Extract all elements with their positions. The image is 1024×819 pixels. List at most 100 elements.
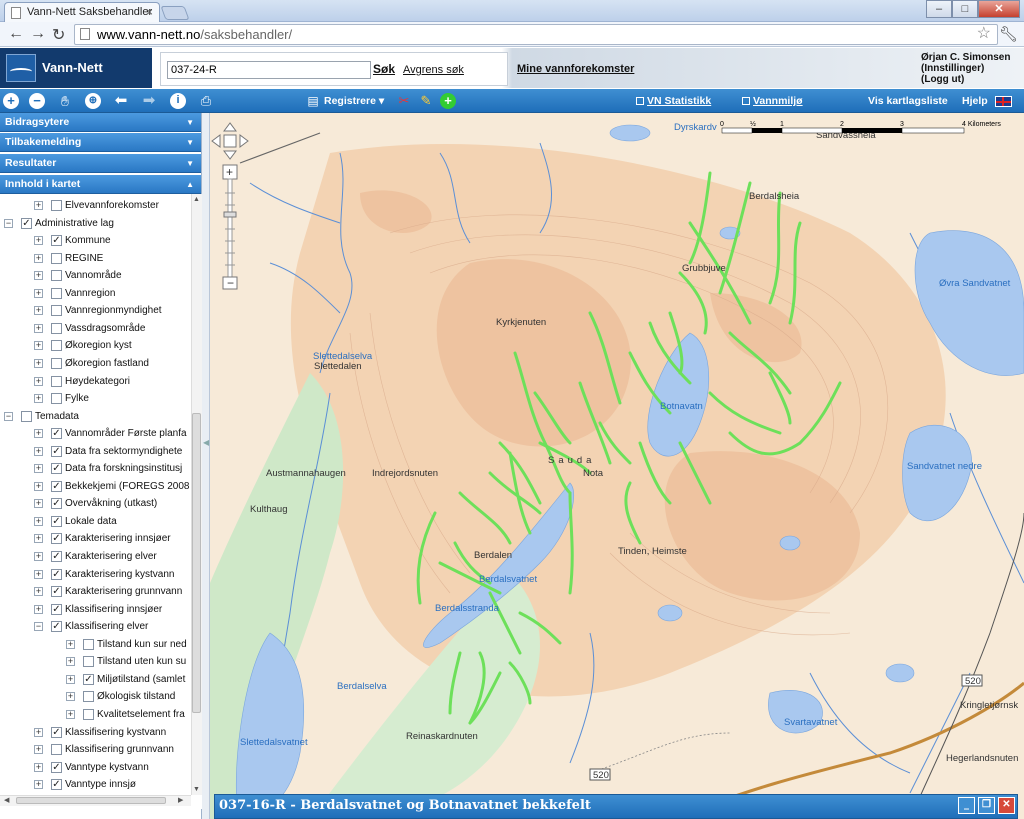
layer-checkbox[interactable]: ✓ [51, 235, 62, 247]
expand-icon[interactable]: + [34, 464, 43, 474]
pan-hand-icon[interactable]: ✋︎ [57, 93, 73, 109]
next-view-icon[interactable]: ➡︎ [141, 93, 157, 109]
tree-node[interactable]: + ✓ Karakterisering elver [0, 548, 190, 565]
panel-map-contents[interactable]: Innhold i kartet ▲ [0, 175, 201, 194]
layer-checkbox[interactable]: ✓ [51, 498, 62, 510]
layer-checkbox[interactable] [51, 200, 62, 211]
tree-node[interactable]: + Vannområde [0, 267, 190, 284]
expand-icon[interactable]: + [34, 552, 43, 561]
expand-icon[interactable]: + [34, 604, 43, 614]
scroll-down-icon[interactable]: ▼ [193, 786, 200, 793]
layer-checkbox[interactable]: ✓ [51, 568, 62, 580]
tree-node[interactable]: + ✓ Vanntype kystvann [0, 759, 190, 776]
layer-checkbox[interactable]: ✓ [51, 428, 62, 440]
close-window-icon[interactable]: ✕ [978, 0, 1020, 18]
layer-checkbox[interactable] [83, 656, 94, 668]
expand-icon[interactable]: + [34, 446, 43, 456]
layer-checkbox[interactable] [51, 375, 62, 387]
tree-node[interactable]: + ✓ Karakterisering kystvann [0, 566, 190, 583]
expand-icon[interactable]: + [66, 709, 75, 719]
map-svg[interactable]: Dyrskardv Sandvasshela Berdalsheia Grubb… [210, 113, 1024, 819]
collapse-arrow-icon[interactable]: ◀ [203, 438, 209, 447]
tree-node[interactable]: + ✓ Bekkekjemi (FOREGS 2008 [0, 478, 190, 495]
tree-node[interactable]: + ✓ Karakterisering grunnvann [0, 583, 190, 600]
logo[interactable]: Vann-Nett [0, 48, 152, 88]
print-icon[interactable]: ⎙ [198, 93, 214, 109]
minimize-icon[interactable]: _ [958, 797, 975, 814]
bookmark-star-icon[interactable]: ☆ [977, 24, 991, 43]
layer-checkbox[interactable] [51, 340, 62, 352]
settings-link[interactable]: (Innstillinger) [921, 63, 1010, 74]
close-icon[interactable]: ✕ [998, 797, 1015, 814]
wrench-icon[interactable]: 🔧︎ [999, 25, 1018, 43]
expand-icon[interactable]: + [34, 253, 43, 263]
tree-node[interactable]: − Temadata [0, 408, 190, 425]
pencil-icon[interactable]: ✎ [418, 93, 434, 109]
tree-node[interactable]: + Fylke [0, 390, 190, 407]
tree-node[interactable]: + ✓ Overvåkning (utkast) [0, 495, 190, 512]
layer-checkbox[interactable] [83, 708, 94, 720]
scroll-right-icon[interactable]: ▶ [178, 796, 183, 804]
expand-icon[interactable]: + [34, 762, 43, 772]
expand-icon[interactable]: + [34, 288, 43, 298]
layer-checkbox[interactable]: ✓ [51, 761, 62, 773]
tree-node[interactable]: + Tilstand uten kun su [0, 653, 190, 670]
layer-checkbox[interactable] [83, 638, 94, 650]
expand-icon[interactable]: + [34, 499, 43, 509]
tree-node[interactable]: + Vannregion [0, 285, 190, 302]
tree-node[interactable]: + Vannregionmyndighet [0, 302, 190, 319]
zoom-extent-icon[interactable]: ⊕ [85, 93, 101, 109]
tree-node[interactable]: + Økoregion kyst [0, 337, 190, 354]
restore-icon[interactable]: ❐ [978, 797, 995, 814]
layer-checkbox[interactable] [51, 287, 62, 299]
expand-icon[interactable]: + [34, 516, 43, 526]
minimize-icon[interactable]: – [926, 0, 952, 18]
expand-icon[interactable]: + [34, 358, 43, 368]
layer-checkbox[interactable]: ✓ [51, 779, 62, 791]
forward-icon[interactable]: → [30, 25, 46, 43]
new-tab-button[interactable] [160, 6, 190, 20]
maximize-icon[interactable]: □ [952, 0, 978, 18]
info-icon[interactable]: i [170, 93, 186, 109]
tree-node[interactable]: + ✓ Klassifisering innsjøer [0, 601, 190, 618]
tree-node[interactable]: + Elvevannforekomster [0, 197, 190, 214]
tree-node[interactable]: + Økologisk tilstand [0, 688, 190, 705]
panel-feedback[interactable]: Tilbakemelding ▼ [0, 133, 201, 152]
expand-icon[interactable]: + [34, 376, 43, 386]
feature-info-window[interactable]: 037-16-R - Berdalsvatnet og Botnavatnet … [214, 794, 1018, 819]
layer-checkbox[interactable] [51, 744, 62, 756]
back-icon[interactable]: ← [8, 25, 24, 43]
tree-node[interactable]: + Høydekategori [0, 373, 190, 390]
tree-node[interactable]: + ✓ Data fra sektormyndighete [0, 443, 190, 460]
expand-icon[interactable]: + [34, 429, 43, 439]
layer-checkbox[interactable] [51, 322, 62, 334]
layer-checkbox[interactable] [21, 410, 32, 422]
logout-link[interactable]: (Logg ut) [921, 74, 1010, 85]
scroll-thumb[interactable] [192, 413, 201, 713]
reload-icon[interactable]: ↻ [52, 25, 65, 45]
layer-checkbox[interactable]: ✓ [51, 551, 62, 562]
browser-tab[interactable]: Vann-Nett Saksbehandler × [4, 2, 160, 22]
layer-checkbox[interactable]: ✓ [51, 515, 62, 527]
layer-checkbox[interactable]: ✓ [21, 217, 32, 229]
tree-node[interactable]: + REGINE [0, 250, 190, 267]
layer-checkbox[interactable]: ✓ [51, 726, 62, 738]
layer-checkbox[interactable]: ✓ [51, 533, 62, 545]
tab-close-icon[interactable]: × [146, 3, 153, 21]
tree-node[interactable]: + ✓ Kommune [0, 232, 190, 249]
scroll-left-icon[interactable]: ◀ [4, 796, 9, 804]
expand-icon[interactable]: + [34, 587, 43, 597]
layer-checkbox[interactable] [51, 305, 62, 317]
tree-node[interactable]: + ✓ Vannområder Første planfa [0, 425, 190, 442]
tree-node[interactable]: − ✓ Klassifisering elver [0, 618, 190, 635]
layer-checkbox[interactable] [83, 691, 94, 703]
collapse-icon[interactable]: − [34, 622, 43, 632]
vn-statistics-link[interactable]: VN Statistikk [636, 95, 711, 107]
add-user-icon[interactable]: + [440, 93, 456, 109]
register-menu[interactable]: Registrere ▾ [324, 95, 384, 107]
layer-checkbox[interactable]: ✓ [51, 621, 62, 633]
expand-icon[interactable]: + [66, 674, 75, 684]
uk-flag-icon[interactable] [995, 96, 1012, 107]
tree-node[interactable]: + ✓ Klassifisering kystvann [0, 724, 190, 741]
refine-search-link[interactable]: Avgrens søk [403, 64, 464, 76]
